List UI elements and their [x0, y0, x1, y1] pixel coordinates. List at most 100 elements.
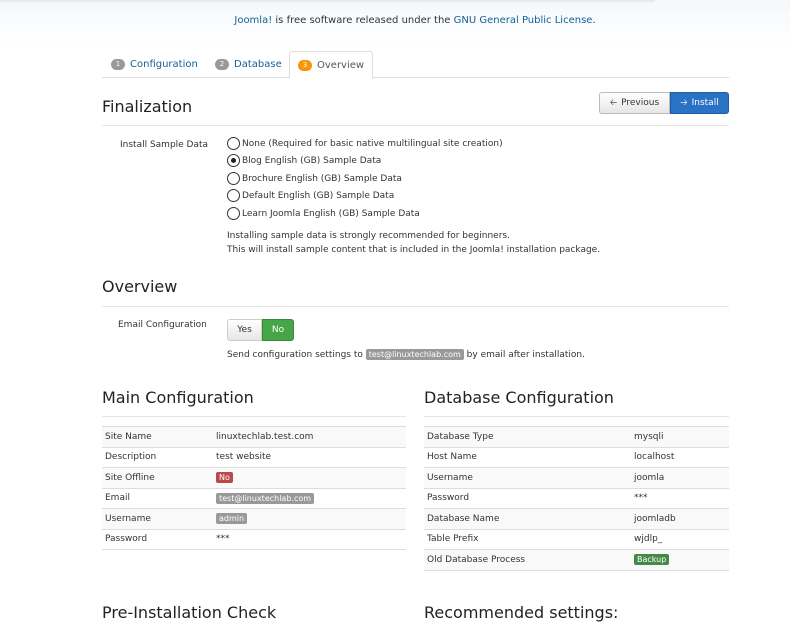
step-number-badge: 3 [298, 59, 312, 71]
value-cell: No [213, 467, 406, 488]
table-row: Password *** [102, 528, 406, 550]
sample-note-line2: This will install sample content that is… [227, 245, 601, 255]
key-cell: Password [102, 528, 213, 550]
step-number-badge: 1 [111, 59, 125, 70]
option-label: Brochure English (GB) Sample Data [242, 173, 402, 184]
arrow-left-icon: 🡠 [609, 98, 618, 108]
table-row: Database Type mysqli [424, 426, 729, 447]
table-row: Database Name joomladb [424, 508, 729, 529]
table-row: Description test website [102, 446, 406, 468]
table-row: Site Offline No [102, 467, 406, 488]
table-row: Old Database Process Backup [424, 549, 729, 571]
table-row: Username admin [102, 508, 406, 529]
email-config-toggle: Yes No [227, 319, 294, 341]
step-tabs: 1 Configuration 2 Database 3 Overview [102, 51, 729, 79]
db-config-heading: Database Configuration [424, 388, 614, 407]
tab-overview[interactable]: 3 Overview [289, 51, 374, 79]
divider [102, 416, 406, 417]
value-cell: mysqli [631, 426, 729, 447]
divider [102, 306, 729, 307]
option-label: Blog English (GB) Sample Data [242, 155, 382, 166]
tab-configuration[interactable]: 1 Configuration [111, 51, 198, 78]
table-row: Site Name linuxtechlab.test.com [102, 426, 406, 447]
key-cell: Table Prefix [424, 528, 631, 550]
tab-label: Configuration [130, 59, 198, 70]
send-config-note: Send configuration settings to test@linu… [227, 349, 585, 360]
key-cell: Site Offline [102, 467, 213, 488]
sample-option-none[interactable]: None (Required for basic native multilin… [227, 137, 503, 150]
key-cell: Old Database Process [424, 549, 631, 571]
option-label: Learn Joomla English (GB) Sample Data [242, 208, 420, 219]
send-pre-text: Send configuration settings to [227, 350, 363, 360]
table-row: Password *** [424, 487, 729, 509]
key-cell: Database Name [424, 508, 631, 529]
divider [102, 125, 729, 126]
key-cell: Username [424, 467, 631, 488]
value-cell: Backup [631, 549, 729, 571]
value-cell: wjdlp_ [631, 528, 729, 550]
table-row: Host Name localhost [424, 446, 729, 468]
backup-badge: Backup [634, 554, 670, 566]
key-cell: Username [102, 508, 213, 529]
table-row: Email test@linuxtechlab.com [102, 487, 406, 509]
tab-label: Database [234, 59, 282, 70]
yes-button[interactable]: Yes [227, 319, 262, 341]
step-number-badge: 2 [215, 59, 229, 70]
value-cell: localhost [631, 446, 729, 468]
license-end: . [592, 15, 596, 26]
main-config-table: Site Name linuxtechlab.test.com Descripti… [102, 426, 406, 550]
overview-heading: Overview [102, 277, 178, 296]
key-cell: Email [102, 487, 213, 509]
divider [424, 416, 729, 417]
tab-database[interactable]: 2 Database [215, 51, 282, 78]
radio-button[interactable] [227, 189, 240, 202]
sample-option-default[interactable]: Default English (GB) Sample Data [227, 189, 394, 202]
username-badge: admin [216, 513, 248, 525]
license-text: is free software released under the [272, 15, 454, 26]
value-cell: admin [213, 508, 406, 529]
key-cell: Host Name [424, 446, 631, 468]
pre-install-heading: Pre-Installation Check [102, 603, 277, 622]
sample-note-line1: Installing sample data is strongly recom… [227, 231, 510, 241]
install-button[interactable]: 🡢 Install [670, 92, 729, 114]
previous-label: Previous [621, 98, 660, 108]
finalization-heading: Finalization [102, 97, 193, 116]
radio-button-selected[interactable] [227, 154, 240, 167]
email-badge: test@linuxtechlab.com [365, 349, 464, 360]
recommended-heading: Recommended settings: [424, 603, 619, 622]
email-config-label: Email Configuration [118, 320, 207, 330]
key-cell: Description [102, 446, 213, 468]
sample-data-label: Install Sample Data [120, 140, 209, 150]
value-cell: joomla [631, 467, 729, 488]
radio-button[interactable] [227, 137, 240, 150]
key-cell: Password [424, 487, 631, 509]
table-row: Username joomla [424, 467, 729, 488]
top-line [0, 0, 655, 2]
value-cell: linuxtechlab.test.com [213, 426, 406, 447]
radio-button[interactable] [227, 207, 240, 220]
previous-button[interactable]: 🡠 Previous [599, 92, 670, 114]
sample-option-brochure[interactable]: Brochure English (GB) Sample Data [227, 172, 402, 185]
option-label: Default English (GB) Sample Data [242, 190, 395, 201]
license-notice: Joomla! is free software released under … [0, 15, 790, 26]
sample-option-learn[interactable]: Learn Joomla English (GB) Sample Data [227, 207, 420, 220]
email-badge: test@linuxtechlab.com [216, 492, 315, 504]
joomla-link[interactable]: Joomla! [234, 15, 272, 26]
sample-option-blog[interactable]: Blog English (GB) Sample Data [227, 154, 381, 167]
value-cell: joomladb [631, 508, 729, 529]
install-label: Install [691, 98, 719, 108]
tab-label: Overview [317, 59, 365, 71]
no-button[interactable]: No [262, 319, 294, 341]
offline-badge: No [216, 472, 233, 484]
key-cell: Site Name [102, 426, 213, 447]
arrow-right-icon: 🡢 [680, 98, 688, 108]
key-cell: Database Type [424, 426, 631, 447]
value-cell: *** [631, 487, 729, 509]
table-row: Table Prefix wjdlp_ [424, 528, 729, 550]
send-post-text: by email after installation. [466, 350, 585, 360]
radio-button[interactable] [227, 172, 240, 185]
value-cell: *** [213, 528, 406, 550]
gpl-link[interactable]: GNU General Public License [454, 15, 593, 26]
option-label: None (Required for basic native multilin… [242, 138, 503, 149]
value-cell: test website [213, 446, 406, 468]
